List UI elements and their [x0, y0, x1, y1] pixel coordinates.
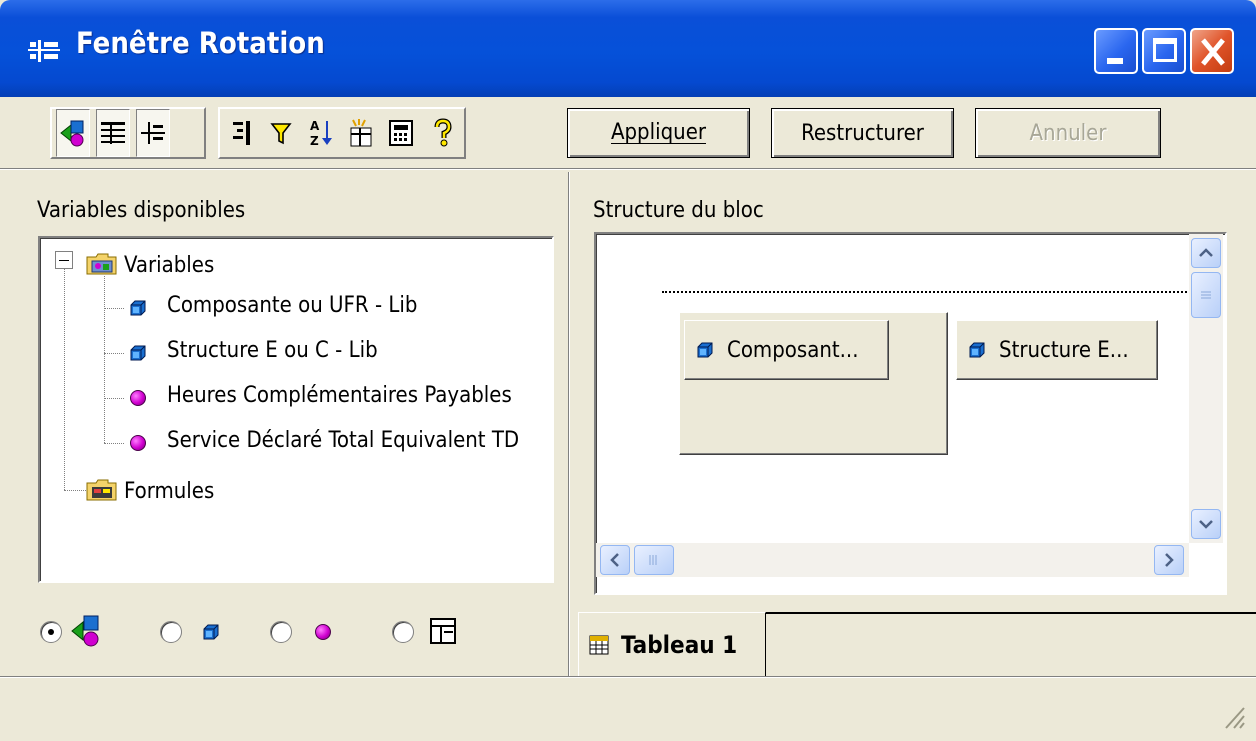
apply-button[interactable]: Appliquer: [567, 108, 750, 158]
chevron-left-icon: [610, 553, 619, 567]
vertical-scrollbar[interactable]: [1189, 234, 1223, 543]
radio-dot: [48, 629, 54, 635]
pivot-icon[interactable]: [136, 109, 170, 157]
grip-icon: [1201, 291, 1211, 299]
block-structure-label: Structure du bloc: [593, 198, 764, 223]
minus-icon: [59, 260, 69, 261]
tree-root-formules[interactable]: Formules: [124, 479, 214, 504]
vertical-scroll-thumb[interactable]: [1191, 272, 1221, 318]
table-icon: [589, 635, 609, 655]
tab-label: Tableau 1: [621, 630, 738, 659]
column-cell-structure[interactable]: Structure E...: [956, 320, 1158, 380]
formula-icon: [430, 618, 456, 644]
maximize-icon: [1153, 38, 1177, 62]
indicator-icon: [130, 390, 146, 406]
tree-line: [104, 308, 124, 309]
filter-icon[interactable]: [264, 109, 298, 157]
tools-toolbar-group: A Z: [218, 107, 466, 159]
restructure-button[interactable]: Restructurer: [771, 108, 954, 158]
collapse-toggle[interactable]: [55, 251, 73, 269]
cancel-button[interactable]: Annuler: [975, 108, 1161, 158]
all-variables-icon[interactable]: [56, 109, 90, 157]
tree-line: [104, 353, 124, 354]
status-bar: [0, 679, 1256, 741]
tree-root-variables[interactable]: Variables: [124, 253, 214, 278]
minimize-icon: [1107, 58, 1123, 64]
tree-line: [64, 490, 86, 491]
sections-icon[interactable]: [224, 109, 258, 157]
maximize-button[interactable]: [1142, 28, 1186, 74]
folder-formulas-icon: [86, 478, 118, 502]
break-icon[interactable]: [344, 109, 378, 157]
scroll-up-button[interactable]: [1191, 238, 1221, 268]
close-icon: [1201, 38, 1225, 66]
tree-item-service[interactable]: Service Déclaré Total Equivalent TD: [167, 428, 519, 453]
chevron-down-icon: [1199, 520, 1213, 529]
scroll-right-button[interactable]: [1154, 545, 1184, 575]
chevron-up-icon: [1199, 248, 1213, 257]
tab-strip-line: [765, 612, 1256, 614]
variables-tree[interactable]: Variables Composante ou UFR - Lib Struct…: [38, 236, 554, 583]
filter-radio-dimensions[interactable]: [160, 621, 182, 643]
restructure-label: Restructurer: [801, 120, 924, 146]
resize-grip-icon[interactable]: [1222, 700, 1246, 730]
cancel-label: Annuler: [1029, 120, 1107, 146]
sort-icon[interactable]: A Z: [304, 109, 338, 157]
tab-tableau-1[interactable]: Tableau 1: [578, 612, 766, 676]
tree-item-composante[interactable]: Composante ou UFR - Lib: [167, 293, 417, 318]
calculator-icon[interactable]: [384, 109, 418, 157]
horizontal-scroll-thumb[interactable]: [634, 545, 674, 575]
dimension-icon: [697, 342, 713, 358]
statusbar-separator: [0, 676, 1256, 678]
indicator-icon: [315, 624, 331, 640]
dimension-icon: [130, 345, 146, 361]
view-toolbar-group: [50, 107, 206, 159]
dimension-icon: [130, 300, 146, 316]
horizontal-scrollbar[interactable]: [596, 543, 1189, 577]
window-title: Fenêtre Rotation: [76, 26, 325, 60]
block-structure-area[interactable]: Composant... Structure E...: [594, 232, 1227, 595]
available-variables-label: Variables disponibles: [37, 198, 246, 223]
help-icon[interactable]: [426, 109, 460, 157]
filter-radio-formulas[interactable]: [392, 621, 414, 643]
filter-radio-all[interactable]: [40, 621, 62, 643]
svg-text:A: A: [310, 119, 320, 133]
table-icon[interactable]: [96, 109, 130, 157]
rotation-icon: [28, 38, 60, 64]
svg-text:Z: Z: [310, 134, 319, 148]
scroll-left-button[interactable]: [600, 545, 630, 575]
filter-radio-indicators[interactable]: [270, 621, 292, 643]
folder-variables-icon: [86, 252, 118, 276]
row-cell-composante[interactable]: Composant...: [684, 320, 889, 380]
tree-line: [104, 398, 124, 399]
chevron-right-icon: [1165, 553, 1174, 567]
dimension-icon: [969, 342, 985, 358]
column-header-line: [662, 291, 1187, 293]
grip-icon: [649, 555, 657, 565]
all-variables-icon: [70, 614, 102, 648]
panel-divider[interactable]: [568, 172, 570, 676]
column-cell-label: Structure E...: [999, 337, 1129, 363]
tree-item-structure[interactable]: Structure E ou C - Lib: [167, 338, 378, 363]
tree-item-heures[interactable]: Heures Complémentaires Payables: [167, 383, 512, 408]
tree-line: [104, 276, 105, 443]
apply-label: Appliquer: [610, 119, 707, 145]
close-button[interactable]: [1190, 28, 1234, 74]
tree-line: [104, 443, 124, 444]
minimize-button[interactable]: [1094, 28, 1138, 74]
scroll-down-button[interactable]: [1191, 509, 1221, 539]
row-cell-label: Composant...: [727, 337, 859, 363]
dimension-icon: [203, 624, 219, 640]
toolbar-separator: [0, 168, 1256, 170]
indicator-icon: [130, 435, 146, 451]
tree-line: [64, 268, 65, 490]
